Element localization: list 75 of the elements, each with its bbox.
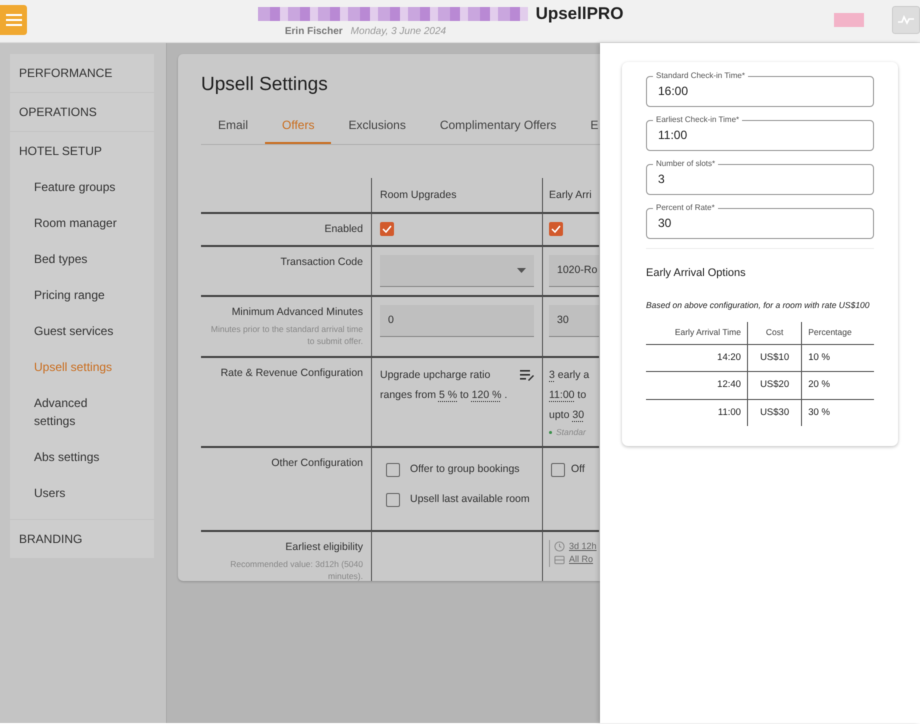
table-cell: 12:40 [646,372,748,399]
user-name: Erin Fischer [284,25,343,40]
table-cell: 20 % [802,372,874,399]
hint-text: Minutes prior to the standard arrival time to submit offer. [210,324,363,348]
table-cell: US$20 [747,372,802,399]
column-header: Early Arri [549,188,592,201]
sidebar-item[interactable]: Advanced settings [10,385,154,439]
sidebar-item[interactable]: PERFORMANCE [10,55,154,91]
text-field[interactable]: Earliest Check-in Time* 11:00 [646,116,874,151]
checkbox[interactable] [386,493,400,508]
row-label: Earliest eligibility [285,540,363,553]
row-label: Other Configuration [271,457,363,470]
row-label: Minimum Advanced Minutes [232,306,363,318]
date-text: Monday, 3 June 2024 [350,25,446,40]
sidebar-item[interactable]: Feature groups [10,169,154,205]
sidebar-item[interactable]: Room manager [10,205,154,241]
table-cell: 10 % [802,344,874,372]
caret-icon [517,268,526,273]
checkbox[interactable] [386,463,400,478]
note-text: Based on above configuration, for a room with rate US$100 [646,298,870,312]
hint-text: Recommended value: 3d12h (5040 minutes). [229,558,363,581]
checkbox[interactable] [380,222,394,236]
menu-icon [6,13,22,27]
sidebar-item[interactable]: BRANDING [10,521,154,557]
table-cell: US$10 [747,344,802,372]
edit-list-icon[interactable] [520,368,534,381]
input-field[interactable]: 30 [549,305,599,338]
sidebar-item[interactable]: Abs settings [10,439,154,475]
config-text: upto 30 [549,408,586,423]
column-header: Percentage [802,322,874,344]
input-field[interactable]: 0 [380,305,534,338]
checkbox-label: Upsell last available room [410,492,530,508]
section-title: Early Arrival Options [646,266,747,281]
checkbox-label: Off [571,462,585,478]
clock-icon [554,541,565,552]
status-dot-icon [549,430,552,434]
note-text: Standar [556,426,586,438]
redacted-logo [834,13,864,27]
sidebar-item[interactable]: HOTEL SETUP [10,133,154,169]
table-cell: 30 % [802,399,874,426]
sidebar-item[interactable]: Users [10,475,154,511]
config-text: Upgrade upcharge ratio ranges from 5 % to 120 % . [380,368,508,403]
row-label: Enabled [324,222,363,235]
bed-icon [554,555,565,566]
text-field[interactable]: Standard Check-in Time* 16:00 [646,72,874,107]
sidebar-item[interactable]: Bed types [10,241,154,277]
table-cell: US$30 [747,399,802,426]
row-label: Transaction Code [280,256,363,268]
select-field[interactable]: 1020-Ro [549,255,599,288]
sidebar-item[interactable]: Pricing range [10,277,154,313]
select-field[interactable] [380,255,534,288]
sidebar-item[interactable]: Guest services [10,313,154,349]
text-field[interactable]: Number of slots* 3 [646,160,874,195]
sidebar-item[interactable]: OPERATIONS [10,94,154,130]
app-name: UpsellPRO [536,4,624,24]
tab[interactable]: Email [201,108,266,144]
tab[interactable]: Complimentary Offers [422,108,574,144]
column-header: Early Arrival Time [646,322,748,344]
pulse-icon [898,15,914,25]
checkbox[interactable] [551,463,565,478]
checkbox[interactable] [549,222,563,236]
page-title: Upsell Settings [201,74,329,97]
text-field[interactable]: Percent of Rate* 30 [646,204,874,239]
config-text: 3 early a [549,368,590,383]
tab[interactable]: Exclusions [331,108,423,144]
checkbox-label: Offer to group bookings [410,462,520,478]
column-header: Cost [747,322,802,344]
tab[interactable]: E [573,108,598,144]
link[interactable]: 3d 12h [569,540,597,554]
row-label: Rate & Revenue Configuration [220,366,363,379]
table-cell: 14:20 [646,344,748,372]
table-cell: 11:00 [646,399,748,426]
menu-button[interactable] [0,5,27,35]
column-header: Room Upgrades [380,188,456,201]
config-text: 11:00 to [549,388,588,403]
